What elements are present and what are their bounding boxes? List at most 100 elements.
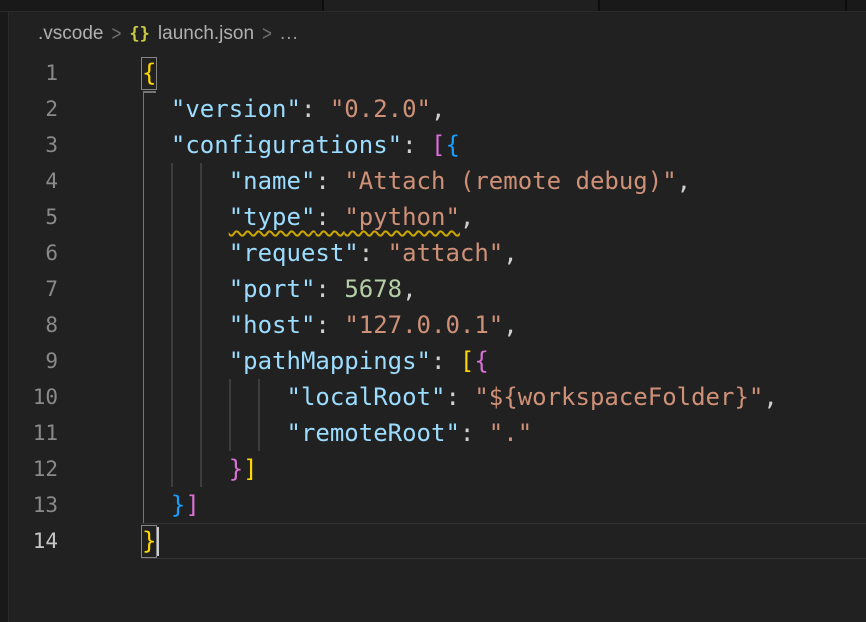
code-line-content[interactable]: "port": 5678,	[142, 271, 417, 307]
line-number[interactable]: 6	[9, 235, 58, 271]
code-token	[142, 239, 229, 267]
code-area[interactable]: 1{2 "version": "0.2.0",3 "configurations…	[9, 55, 866, 622]
code-line[interactable]: 9 "pathMappings": [{	[9, 343, 866, 379]
line-number[interactable]: 8	[9, 307, 58, 343]
code-line-content[interactable]: }	[142, 523, 156, 559]
code-token	[142, 131, 171, 159]
line-number[interactable]: 1	[9, 55, 58, 91]
code-token: "request"	[229, 239, 359, 267]
code-token: :	[315, 275, 344, 303]
code-line[interactable]: 3 "configurations": [{	[9, 127, 866, 163]
code-token: }	[142, 527, 156, 555]
line-number[interactable]: 13	[9, 487, 58, 523]
line-number[interactable]: 9	[9, 343, 58, 379]
code-line-content[interactable]: "localRoot": "${workspaceFolder}",	[142, 379, 778, 415]
code-token: "python"	[344, 203, 460, 231]
line-number[interactable]: 11	[9, 415, 58, 451]
code-line[interactable]: 1{	[9, 55, 866, 91]
code-token: "Attach (remote debug)"	[344, 167, 676, 195]
line-number[interactable]: 4	[9, 163, 58, 199]
code-token: {	[445, 131, 459, 159]
code-line-content[interactable]: {	[142, 55, 156, 91]
code-line[interactable]: 6 "request": "attach",	[9, 235, 866, 271]
code-token: "${workspaceFolder}"	[474, 383, 763, 411]
code-token: "type"	[229, 203, 316, 231]
tab-strip-segment[interactable]	[600, 0, 845, 11]
code-line[interactable]: 2 "version": "0.2.0",	[9, 91, 866, 127]
tab-strip-segment[interactable]	[324, 0, 598, 11]
code-token: ,	[431, 95, 445, 123]
code-token	[142, 275, 229, 303]
code-token	[142, 167, 229, 195]
code-line[interactable]: 12 }]	[9, 451, 866, 487]
code-token: ]	[243, 455, 257, 483]
code-token: 5678	[344, 275, 402, 303]
code-line[interactable]: 11 "remoteRoot": "."	[9, 415, 866, 451]
line-number[interactable]: 14	[9, 523, 58, 559]
code-line-content[interactable]: }]	[142, 487, 200, 523]
code-token: ,	[503, 239, 517, 267]
code-line-content[interactable]: "remoteRoot": "."	[142, 415, 532, 451]
code-line-content[interactable]: "version": "0.2.0",	[142, 91, 445, 127]
code-line[interactable]: 8 "host": "127.0.0.1",	[9, 307, 866, 343]
tab-divider	[845, 0, 847, 11]
breadcrumb-folder[interactable]: .vscode	[38, 23, 103, 45]
code-token: :	[301, 95, 330, 123]
code-token: }	[229, 455, 243, 483]
breadcrumb: .vscode > {} launch.json > ...	[9, 12, 866, 55]
code-token: :	[445, 383, 474, 411]
tab-strip-segment[interactable]	[0, 0, 322, 11]
line-number[interactable]: 10	[9, 379, 58, 415]
line-number[interactable]: 12	[9, 451, 58, 487]
code-line-content[interactable]: "pathMappings": [{	[142, 343, 489, 379]
code-line[interactable]: 4 "name": "Attach (remote debug)",	[9, 163, 866, 199]
vscode-window: .vscode > {} launch.json > ... 1{2 "vers…	[0, 0, 866, 622]
code-token: "host"	[229, 311, 316, 339]
code-line[interactable]: 7 "port": 5678,	[9, 271, 866, 307]
code-token: ,	[460, 203, 474, 231]
editor-left-border	[0, 12, 9, 622]
code-line-content[interactable]: "request": "attach",	[142, 235, 518, 271]
code-token: :	[315, 311, 344, 339]
line-number[interactable]: 2	[9, 91, 58, 127]
code-token: "port"	[229, 275, 316, 303]
code-line-content[interactable]: }]	[142, 451, 258, 487]
code-token: "localRoot"	[287, 383, 446, 411]
code-line-content[interactable]: "type": "python",	[142, 199, 474, 235]
code-token: }	[171, 491, 185, 519]
code-token: ,	[677, 167, 691, 195]
code-token: :	[315, 203, 344, 231]
chevron-right-icon: >	[262, 21, 272, 46]
code-line-content[interactable]: "host": "127.0.0.1",	[142, 307, 518, 343]
code-token: {	[474, 347, 488, 375]
code-token	[142, 311, 229, 339]
code-lines: 1{2 "version": "0.2.0",3 "configurations…	[9, 55, 866, 622]
code-token	[142, 347, 229, 375]
code-token	[142, 203, 229, 231]
line-number[interactable]: 7	[9, 271, 58, 307]
breadcrumb-file[interactable]: launch.json	[158, 23, 254, 45]
code-token: "0.2.0"	[330, 95, 431, 123]
code-token: :	[315, 167, 344, 195]
chevron-right-icon: >	[111, 21, 121, 46]
tab-divider	[598, 0, 600, 11]
json-braces-icon: {}	[129, 24, 149, 44]
tab-bar	[0, 0, 866, 12]
code-token	[142, 491, 171, 519]
line-number[interactable]: 5	[9, 199, 58, 235]
code-token: "pathMappings"	[229, 347, 431, 375]
code-line[interactable]: 5 "type": "python",	[9, 199, 866, 235]
code-token: :	[402, 131, 431, 159]
code-line[interactable]: 10 "localRoot": "${workspaceFolder}",	[9, 379, 866, 415]
line-number[interactable]: 3	[9, 127, 58, 163]
code-token: :	[460, 419, 489, 447]
code-token	[142, 383, 287, 411]
breadcrumb-symbol-ellipsis[interactable]: ...	[280, 23, 299, 45]
code-line-content[interactable]: "configurations": [{	[142, 127, 460, 163]
code-line[interactable]: 14}	[9, 523, 866, 559]
code-line[interactable]: 13 }]	[9, 487, 866, 523]
code-token: :	[431, 347, 460, 375]
code-token: "configurations"	[171, 131, 402, 159]
code-line-content[interactable]: "name": "Attach (remote debug)",	[142, 163, 691, 199]
code-token: [	[460, 347, 474, 375]
